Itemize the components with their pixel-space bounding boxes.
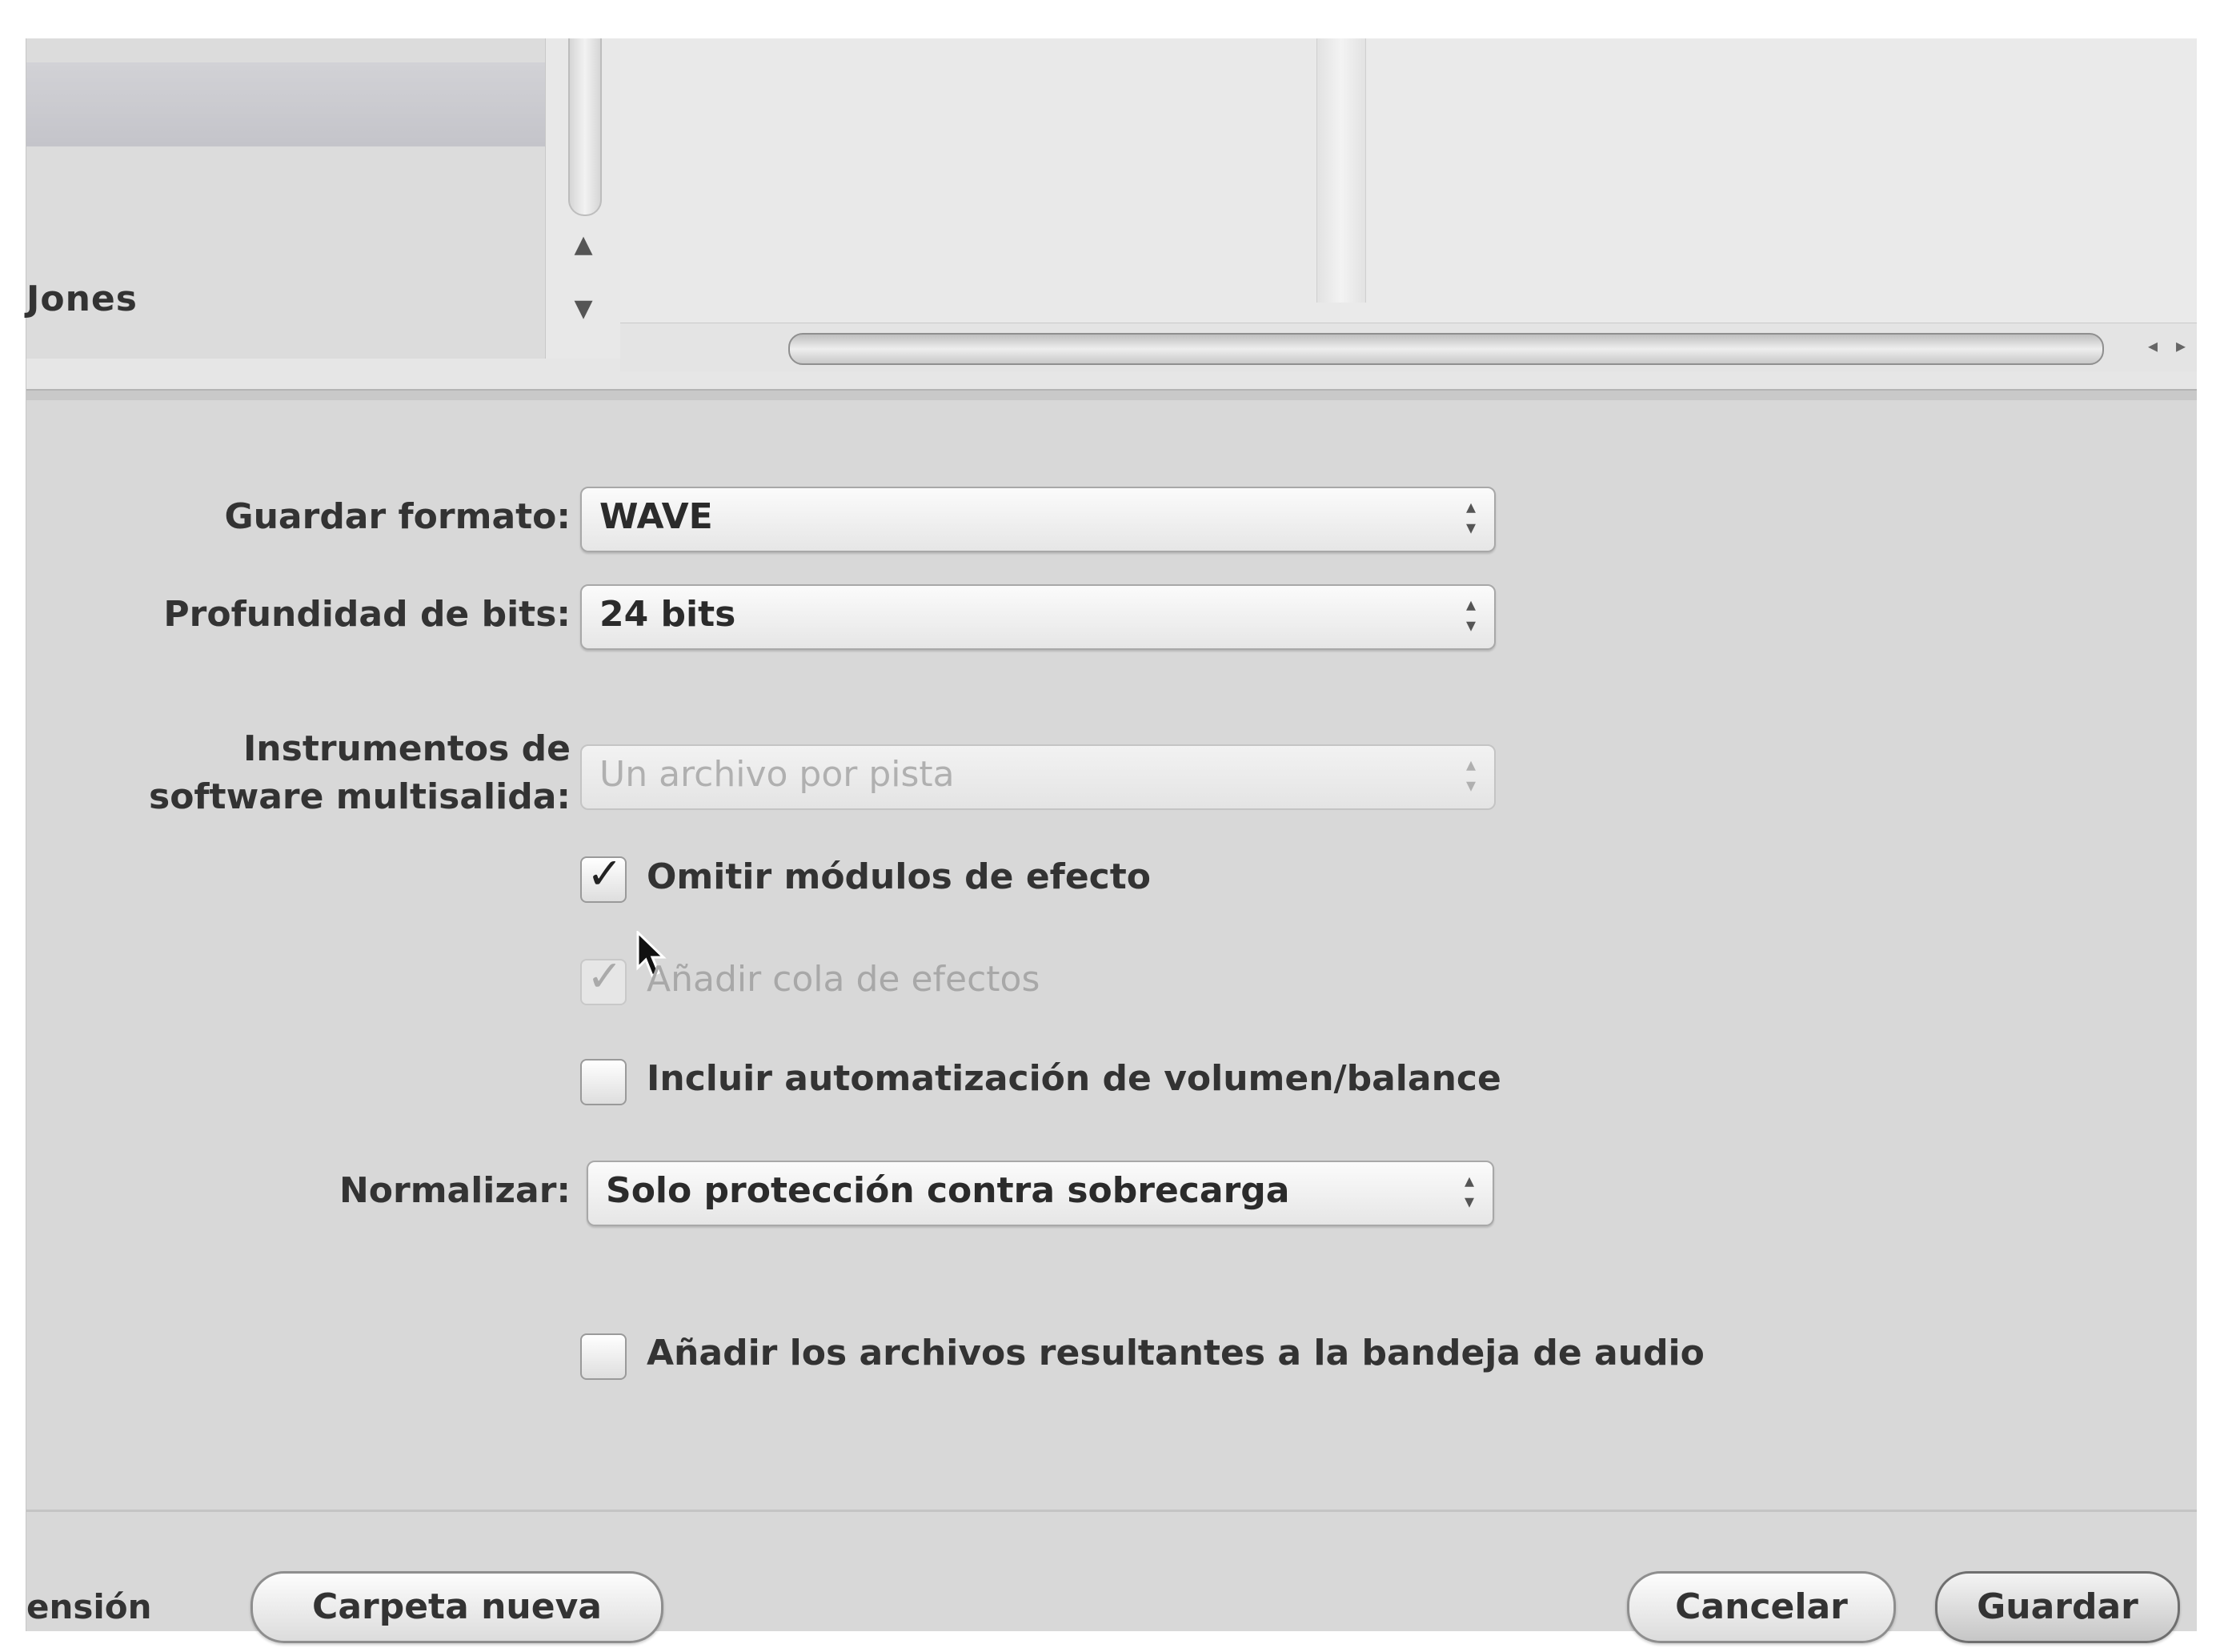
checkmark-icon: ✓ [587, 848, 623, 899]
save-format-popup[interactable]: WAVE ▴ ▾ [580, 487, 1496, 552]
add-effect-tail-label: Añadir cola de efectos [647, 959, 1040, 1000]
multi-output-popup: Un archivo por pista ▴ ▾ [580, 744, 1496, 810]
vertical-scroll-thumb[interactable] [568, 38, 602, 216]
hide-extension-label[interactable]: ensión [26, 1587, 152, 1626]
sidebar-selected-row[interactable] [26, 62, 545, 146]
horizontal-scrollbar[interactable]: ◂ ▸ [620, 323, 2197, 371]
checkmark-icon: ✓ [587, 951, 623, 1001]
up-down-stepper-icon: ▴ ▾ [1465, 753, 1477, 796]
up-down-stepper-icon: ▴ ▾ [1464, 1169, 1475, 1213]
bottom-divider [26, 1510, 2197, 1512]
add-to-audio-bin-label[interactable]: Añadir los archivos resultantes a la ban… [647, 1331, 1705, 1376]
bypass-effects-checkbox[interactable]: ✓ [580, 850, 627, 903]
sidebar-vertical-scrollbar[interactable]: ▲ ▼ [545, 38, 622, 359]
bypass-effects-label[interactable]: Omitir módulos de efecto [647, 855, 1151, 900]
include-automation-checkbox[interactable] [580, 1059, 627, 1105]
up-down-stepper-icon: ▴ ▾ [1465, 593, 1477, 636]
bit-depth-popup[interactable]: 24 bits ▴ ▾ [580, 584, 1496, 650]
cancel-button[interactable]: Cancelar [1627, 1571, 1896, 1643]
file-browser: Jones ▲ ▼ ◂ ▸ [26, 38, 2197, 400]
sidebar: Jones [26, 38, 545, 359]
save-dialog: Jones ▲ ▼ ◂ ▸ Guardar formato: WAVE ▴ ▾ P… [26, 38, 2197, 1643]
add-effect-tail-checkbox: ✓ [580, 952, 627, 1005]
multi-output-value: Un archivo por pista [599, 754, 955, 795]
browser-divider [26, 389, 2197, 400]
horizontal-scroll-thumb[interactable] [788, 333, 2104, 365]
normalize-value: Solo protección contra sobrecarga [606, 1170, 1290, 1211]
normalize-label: Normalizar: [339, 1170, 571, 1211]
normalize-popup[interactable]: Solo protección contra sobrecarga ▴ ▾ [587, 1161, 1494, 1226]
sidebar-item[interactable]: Jones [26, 279, 138, 319]
scroll-left-arrow-icon[interactable]: ◂ [2141, 335, 2165, 359]
browser-column[interactable] [1340, 38, 2197, 323]
multi-output-label-line1: Instrumentos de [242, 728, 571, 769]
browser-column[interactable] [620, 38, 1340, 323]
bit-depth-value: 24 bits [599, 594, 736, 635]
save-button[interactable]: Guardar [1935, 1571, 2180, 1643]
up-down-stepper-icon: ▴ ▾ [1465, 495, 1477, 539]
save-format-label: Guardar formato: [224, 496, 571, 537]
scroll-down-arrow-icon[interactable]: ▼ [570, 295, 597, 323]
new-folder-button[interactable]: Carpeta nueva [250, 1571, 663, 1643]
scroll-up-arrow-icon[interactable]: ▲ [570, 231, 597, 259]
save-format-value: WAVE [599, 496, 713, 537]
column-resize-handle[interactable] [1316, 38, 1366, 303]
add-to-audio-bin-checkbox[interactable] [580, 1333, 627, 1380]
scroll-right-arrow-icon[interactable]: ▸ [2169, 335, 2193, 359]
bit-depth-label: Profundidad de bits: [163, 594, 571, 635]
include-automation-label[interactable]: Incluir automatización de volumen/balanc… [647, 1057, 1501, 1101]
multi-output-label-line2: software multisalida: [149, 776, 571, 817]
